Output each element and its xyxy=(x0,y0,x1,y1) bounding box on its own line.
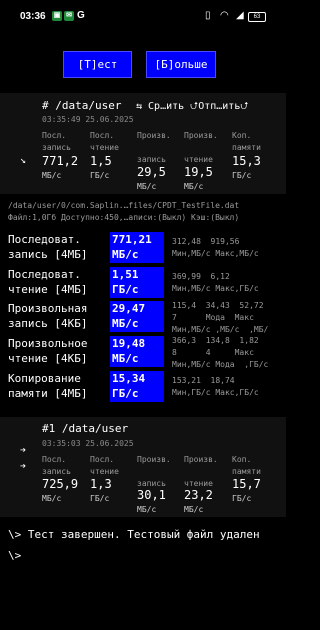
google-icon: G xyxy=(77,10,85,21)
col-unit: МБ/с xyxy=(137,505,157,514)
col-unit: МБ/с xyxy=(184,505,204,514)
result-value-bar: 771,21 МБ/с xyxy=(110,232,164,263)
result-stats: 366,3 134,8 1,82 8 4 Макс Мин,МБ/с Мода … xyxy=(172,336,269,369)
col-label: Произв. чтение xyxy=(184,131,218,164)
col-unit: ГБ/с xyxy=(90,494,110,503)
terminal-prompt[interactable]: \> xyxy=(8,549,21,562)
result-stats: 312,48 919,56 Мин,МБ/с Макс,МБ/с xyxy=(172,237,259,258)
col-unit: МБ/с xyxy=(42,494,62,503)
terminal-line: \> Тест завершен. Тестовый файл удален xyxy=(8,528,260,541)
result-stats: 115,4 34,43 52,72 7 Мода Макс Мин,МБ/с ,… xyxy=(172,301,269,334)
run-timestamp: 03:35:49 25.06.2025 xyxy=(42,115,134,124)
col-value: 1,5 xyxy=(90,154,112,168)
wifi-icon: ◠ xyxy=(220,10,229,21)
col-label: Посл. чтение xyxy=(90,131,119,152)
result-label: Копирование памяти [4МБ] xyxy=(8,372,88,400)
col-value: 1,3 xyxy=(90,477,112,491)
col-value: 23,2 xyxy=(184,488,213,502)
result-label: Произвольная запись [4КБ] xyxy=(8,302,88,330)
notification-icon: ✉ xyxy=(64,11,74,21)
status-bar: 03:36 ▣ ✉ G ▯ ◠ ◢ 63 xyxy=(0,0,286,36)
result-stats: 153,21 18,74 Мин,ГБ/с Макс,ГБ/с xyxy=(172,376,259,397)
col-value: 19,5 xyxy=(184,165,213,179)
result-label: Произвольное чтение [4КБ] xyxy=(8,337,88,365)
col-value: 29,5 xyxy=(137,165,166,179)
col-unit: ГБ/с xyxy=(232,494,252,503)
result-value-bar: 19,48 МБ/с xyxy=(110,336,164,367)
more-button[interactable]: [Б]ольше xyxy=(146,51,216,78)
compare-share-actions[interactable]: ⇆ Ср…ить ⮍Отп…ить⮍ xyxy=(136,99,248,116)
result-stats: 369,99 6,12 Мин,МБ/с Макс,ГБ/с xyxy=(172,272,259,293)
result-card-previous[interactable]: #1 /data/user 03:35:03 25.06.2025 ➔ ➔ По… xyxy=(0,417,286,517)
run-timestamp: 03:35:03 25.06.2025 xyxy=(42,439,134,448)
col-label: Произв. чтение xyxy=(184,455,218,488)
arrow-icon: ➔ xyxy=(20,445,27,456)
result-value-bar: 1,51 ГБ/с xyxy=(110,267,164,298)
col-value: 15,3 xyxy=(232,154,261,168)
col-value: 771,2 xyxy=(42,154,79,168)
arrow-icon: ➔ xyxy=(20,461,27,472)
col-label: Посл. запись xyxy=(42,455,71,476)
result-label: Последоват. чтение [4МБ] xyxy=(8,268,88,296)
col-value: 725,9 xyxy=(42,477,79,491)
col-label: Коп. памяти xyxy=(232,131,261,152)
result-value-bar: 29,47 МБ/с xyxy=(110,301,164,332)
test-file-path: /data/user/0/com.Saplin.…files/CPDT_Test… xyxy=(8,201,240,210)
run-title: # /data/user xyxy=(42,99,122,112)
vibrate-icon: ▯ xyxy=(205,10,211,21)
result-value-bar: 15,34 ГБ/с xyxy=(110,371,164,402)
run-title: #1 /data/user xyxy=(42,422,129,435)
col-unit: ГБ/с xyxy=(232,171,252,180)
clock: 03:36 xyxy=(20,11,46,22)
result-card-latest[interactable]: # /data/user ⇆ Ср…ить ⮍Отп…ить⮍ 03:35:49… xyxy=(0,93,286,194)
test-file-details: Файл:1,0Гб Доступно:450,…аписи:(Выкл) Кэ… xyxy=(8,213,240,222)
signal-icon: ◢ xyxy=(236,10,244,21)
battery-icon: 63 xyxy=(248,12,266,22)
expand-arrow-icon[interactable]: ↘ xyxy=(20,155,26,166)
col-value: 15,7 xyxy=(232,477,261,491)
notification-icon: ▣ xyxy=(52,11,62,21)
col-unit: МБ/с xyxy=(42,171,62,180)
col-unit: МБ/с xyxy=(184,182,204,191)
result-label: Последоват. запись [4МБ] xyxy=(8,233,88,261)
col-label: Посл. запись xyxy=(42,131,71,152)
col-value: 30,1 xyxy=(137,488,166,502)
col-label: Произв. запись xyxy=(137,455,171,488)
col-label: Посл. чтение xyxy=(90,455,119,476)
test-button[interactable]: [T]ест xyxy=(63,51,132,78)
col-unit: ГБ/с xyxy=(90,171,110,180)
col-label: Коп. памяти xyxy=(232,455,261,476)
col-label: Произв. запись xyxy=(137,131,171,164)
col-unit: МБ/с xyxy=(137,182,157,191)
